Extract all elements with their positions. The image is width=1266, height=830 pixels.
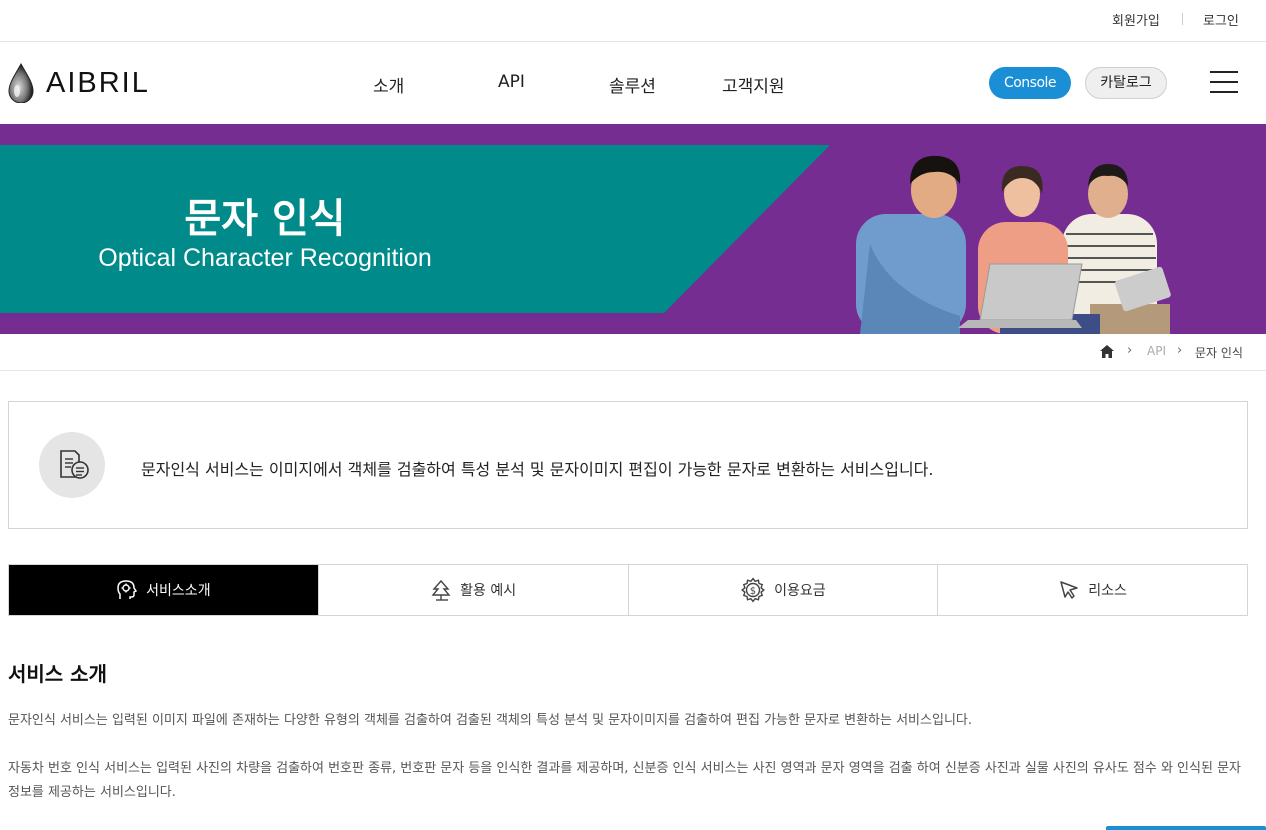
people-with-laptop-illustration [856,155,1171,334]
section-paragraph: 문자인식 서비스는 입력된 이미지 파일에 존재하는 다양한 유형의 객체를 검… [8,713,972,728]
hero-banner: 문자 인식 Optical Character Recognition [0,124,1266,334]
section-paragraph: 자동차 번호 인식 서비스는 입력된 사진의 차량을 검출하여 번호판 종류, … [8,761,1241,800]
tree-icon [431,579,451,601]
tab-resources[interactable]: 리소스 [937,565,1247,615]
service-intro-box: 문자인식 서비스는 이미지에서 객체를 검출하여 특성 분석 및 문자이미지 편… [8,401,1248,529]
logo-text: AIBRIL [46,66,150,99]
signup-link[interactable]: 회원가입 [1112,10,1160,29]
divider [1182,13,1183,25]
main-header: AIBRIL 소개 API 솔루션 고객지원 Console 카탈로그 [0,43,1266,123]
catalog-button[interactable]: 카탈로그 [1085,67,1167,99]
tab-label: 리소스 [1088,583,1127,599]
chevron-right-icon: › [1127,343,1133,358]
tab-label: 서비스소개 [146,583,211,599]
tab-service-intro[interactable]: 서비스소개 [9,565,318,615]
head-gear-icon [117,580,138,599]
floating-button-edge[interactable] [1106,826,1266,830]
nav-item-solution[interactable]: 솔루션 [609,72,656,97]
logo[interactable]: AIBRIL [8,63,150,103]
chevron-right-icon: › [1177,343,1183,358]
breadcrumb-item-api[interactable]: API [1147,344,1166,358]
nav-item-support[interactable]: 고객지원 [722,72,785,97]
gear-dollar-icon: $ [741,577,766,603]
tab-label: 이용요금 [774,583,826,599]
console-button[interactable]: Console [989,67,1071,99]
cursor-icon [1060,581,1079,599]
menu-icon[interactable] [1210,71,1238,95]
banner-title: 문자 인식 [184,196,346,242]
login-link[interactable]: 로그인 [1203,10,1239,29]
svg-text:$: $ [750,586,756,597]
intro-description: 문자인식 서비스는 이미지에서 객체를 검출하여 특성 분석 및 문자이미지 편… [141,460,934,479]
utility-bar: 회원가입 로그인 [0,0,1266,42]
breadcrumb: › API › 문자 인식 [0,334,1266,371]
tab-bar: 서비스소개 활용 예시 $ 이용요금 리소스 [8,564,1248,616]
nav-item-api[interactable]: API [498,72,525,92]
nav-item-intro[interactable]: 소개 [373,72,404,97]
document-list-icon [39,432,105,498]
tab-pricing[interactable]: $ 이용요금 [627,565,938,615]
section-title: 서비스 소개 [8,662,107,686]
banner-subtitle: Optical Character Recognition [98,244,432,272]
home-icon[interactable] [1100,345,1114,358]
tab-label: 활용 예시 [460,583,517,599]
tab-use-cases[interactable]: 활용 예시 [317,565,628,615]
breadcrumb-item-current: 문자 인식 [1195,346,1243,360]
logo-drop-icon [8,63,34,103]
